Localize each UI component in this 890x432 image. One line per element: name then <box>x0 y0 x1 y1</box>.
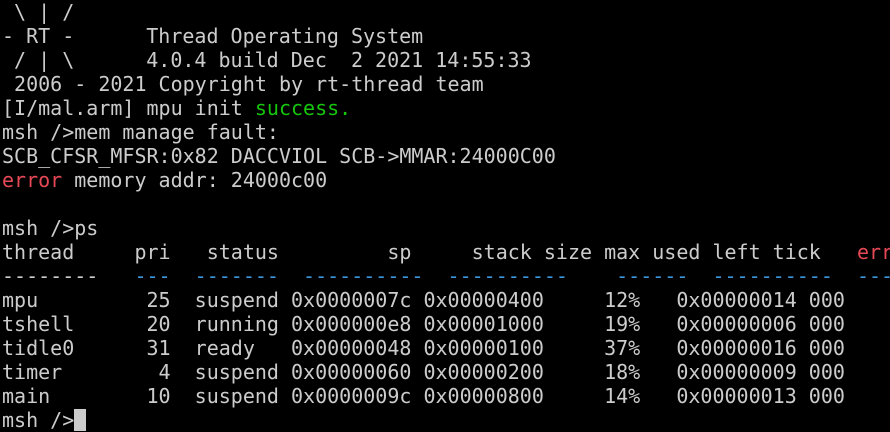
table-row: mpu 25 suspend 0x0000007c 0x00000400 12%… <box>2 288 890 312</box>
ps-cell-status: suspend <box>194 384 291 408</box>
log-error-line: error memory addr: 24000c00 <box>2 168 890 192</box>
ps-cell-status: ready <box>194 336 291 360</box>
ps-cell-status: suspend <box>194 360 291 384</box>
ps-cell-pri: 4 <box>122 360 195 384</box>
log-mpu-status: success. <box>254 96 352 120</box>
ps-header-max-used: max used <box>604 240 713 264</box>
ps-cell-status: suspend <box>194 288 291 312</box>
ps-cell-thread: tidle0 <box>2 336 123 360</box>
ps-header-status: status <box>194 240 340 264</box>
ps-cell-sp: 0x000000e8 <box>291 312 424 336</box>
log-error-detail: memory addr: 24000c00 <box>62 168 328 192</box>
ps-command: msh />ps <box>2 216 99 240</box>
ps-cell-stack-size: 0x00000800 <box>423 384 556 408</box>
banner-version-line: / | \ 4.0.4 build Dec 2 2021 14:55:33 <box>2 48 890 72</box>
ps-separator-pri: --- <box>122 264 195 288</box>
table-row: tshell 20 running 0x000000e8 0x00001000 … <box>2 312 890 336</box>
ps-cell-max-used: 12% <box>555 288 677 312</box>
banner-title-line: - RT - Thread Operating System <box>2 24 890 48</box>
ps-cell-thread: timer <box>2 360 123 384</box>
ps-cell-stack-size: 0x00000200 <box>423 360 556 384</box>
ps-cell-pri: 10 <box>122 384 195 408</box>
banner-logo-bottom: / | \ <box>2 48 75 72</box>
shell-prompt: msh /> <box>2 408 75 432</box>
ps-cell-status: running <box>194 312 291 336</box>
ps-header-pri: pri <box>122 240 195 264</box>
banner-logo-top: \ | / <box>2 0 75 24</box>
ps-cell-error: 000 <box>808 288 845 312</box>
log-mpu-prefix: [I/mal.arm] mpu init <box>2 96 255 120</box>
banner-logo-mid: - RT - <box>2 24 75 48</box>
ps-header-sp: sp <box>339 240 472 264</box>
ps-cell-max-used: 18% <box>555 360 677 384</box>
banner-title: Thread Operating System <box>146 24 424 48</box>
ps-separator-left-tick: ---------- <box>712 264 857 288</box>
terminal-window[interactable]: \ | / - RT - Thread Operating System / | … <box>0 0 890 432</box>
ps-cell-left-tick: 0x00000009 <box>676 360 809 384</box>
ps-cell-thread: mpu <box>2 288 123 312</box>
ps-header-left-tick: left tick <box>712 240 845 264</box>
ps-cell-thread: main <box>2 384 123 408</box>
ps-cell-error: 000 <box>808 312 845 336</box>
ps-cell-sp: 0x00000060 <box>291 360 424 384</box>
ps-header-row: thread pri status sp stack size max used… <box>2 240 890 264</box>
ps-cell-max-used: 19% <box>555 312 677 336</box>
log-error-word: error <box>2 168 63 192</box>
ps-cell-thread: tshell <box>2 312 123 336</box>
banner-copyright: 2006 - 2021 Copyright by rt-thread team <box>2 72 484 96</box>
ps-cell-sp: 0x0000009c <box>291 384 424 408</box>
log-mpu-init: [I/mal.arm] mpu init success. <box>2 96 890 120</box>
ps-cell-pri: 20 <box>122 312 195 336</box>
text-cursor <box>74 409 87 431</box>
ps-cell-pri: 31 <box>122 336 195 360</box>
banner-version: 4.0.4 build Dec 2 2021 14:55:33 <box>146 48 532 72</box>
ps-separator-error: --- <box>856 264 890 288</box>
ps-separator-status: ------- <box>194 264 304 288</box>
ps-separator-thread: -------- <box>2 264 123 288</box>
ps-separator-row: -------- --- ------- ---------- --------… <box>2 264 890 288</box>
ps-cell-stack-size: 0x00001000 <box>423 312 556 336</box>
ps-cell-error: 000 <box>808 336 845 360</box>
ps-cell-sp: 0x00000048 <box>291 336 424 360</box>
ps-cell-left-tick: 0x00000016 <box>676 336 809 360</box>
ps-cell-max-used: 37% <box>555 336 677 360</box>
ps-table-body: mpu 25 suspend 0x0000007c 0x00000400 12%… <box>2 288 890 408</box>
ps-cell-error: 000 <box>808 360 845 384</box>
ps-cell-left-tick: 0x00000013 <box>676 384 809 408</box>
ps-cell-pri: 25 <box>122 288 195 312</box>
table-row: main 10 suspend 0x0000009c 0x00000800 14… <box>2 384 890 408</box>
log-fault-command: msh />mem manage fault: <box>2 120 279 144</box>
ps-cell-stack-size: 0x00000100 <box>423 336 556 360</box>
ps-header-thread: thread <box>2 240 123 264</box>
ps-cell-left-tick: 0x00000014 <box>676 288 809 312</box>
ps-cell-max-used: 14% <box>555 384 677 408</box>
table-row: tidle0 31 ready 0x00000048 0x00000100 37… <box>2 336 890 360</box>
ps-separator-max-used: ------ <box>592 264 713 288</box>
log-fault-registers: SCB_CFSR_MFSR:0x82 DACCVIOL SCB->MMAR:24… <box>2 144 556 168</box>
ps-cell-sp: 0x0000007c <box>291 288 424 312</box>
ps-cell-left-tick: 0x00000006 <box>676 312 809 336</box>
ps-cell-error: 000 <box>808 384 845 408</box>
prompt-line[interactable]: msh /> <box>2 408 890 432</box>
ps-separator-stack-size: ---------- <box>447 264 593 288</box>
table-row: timer 4 suspend 0x00000060 0x00000200 18… <box>2 360 890 384</box>
ps-header-error: error <box>856 240 890 264</box>
ps-header-stack-size: stack size <box>471 240 605 264</box>
ps-cell-stack-size: 0x00000400 <box>423 288 556 312</box>
ps-separator-sp: ---------- <box>303 264 448 288</box>
